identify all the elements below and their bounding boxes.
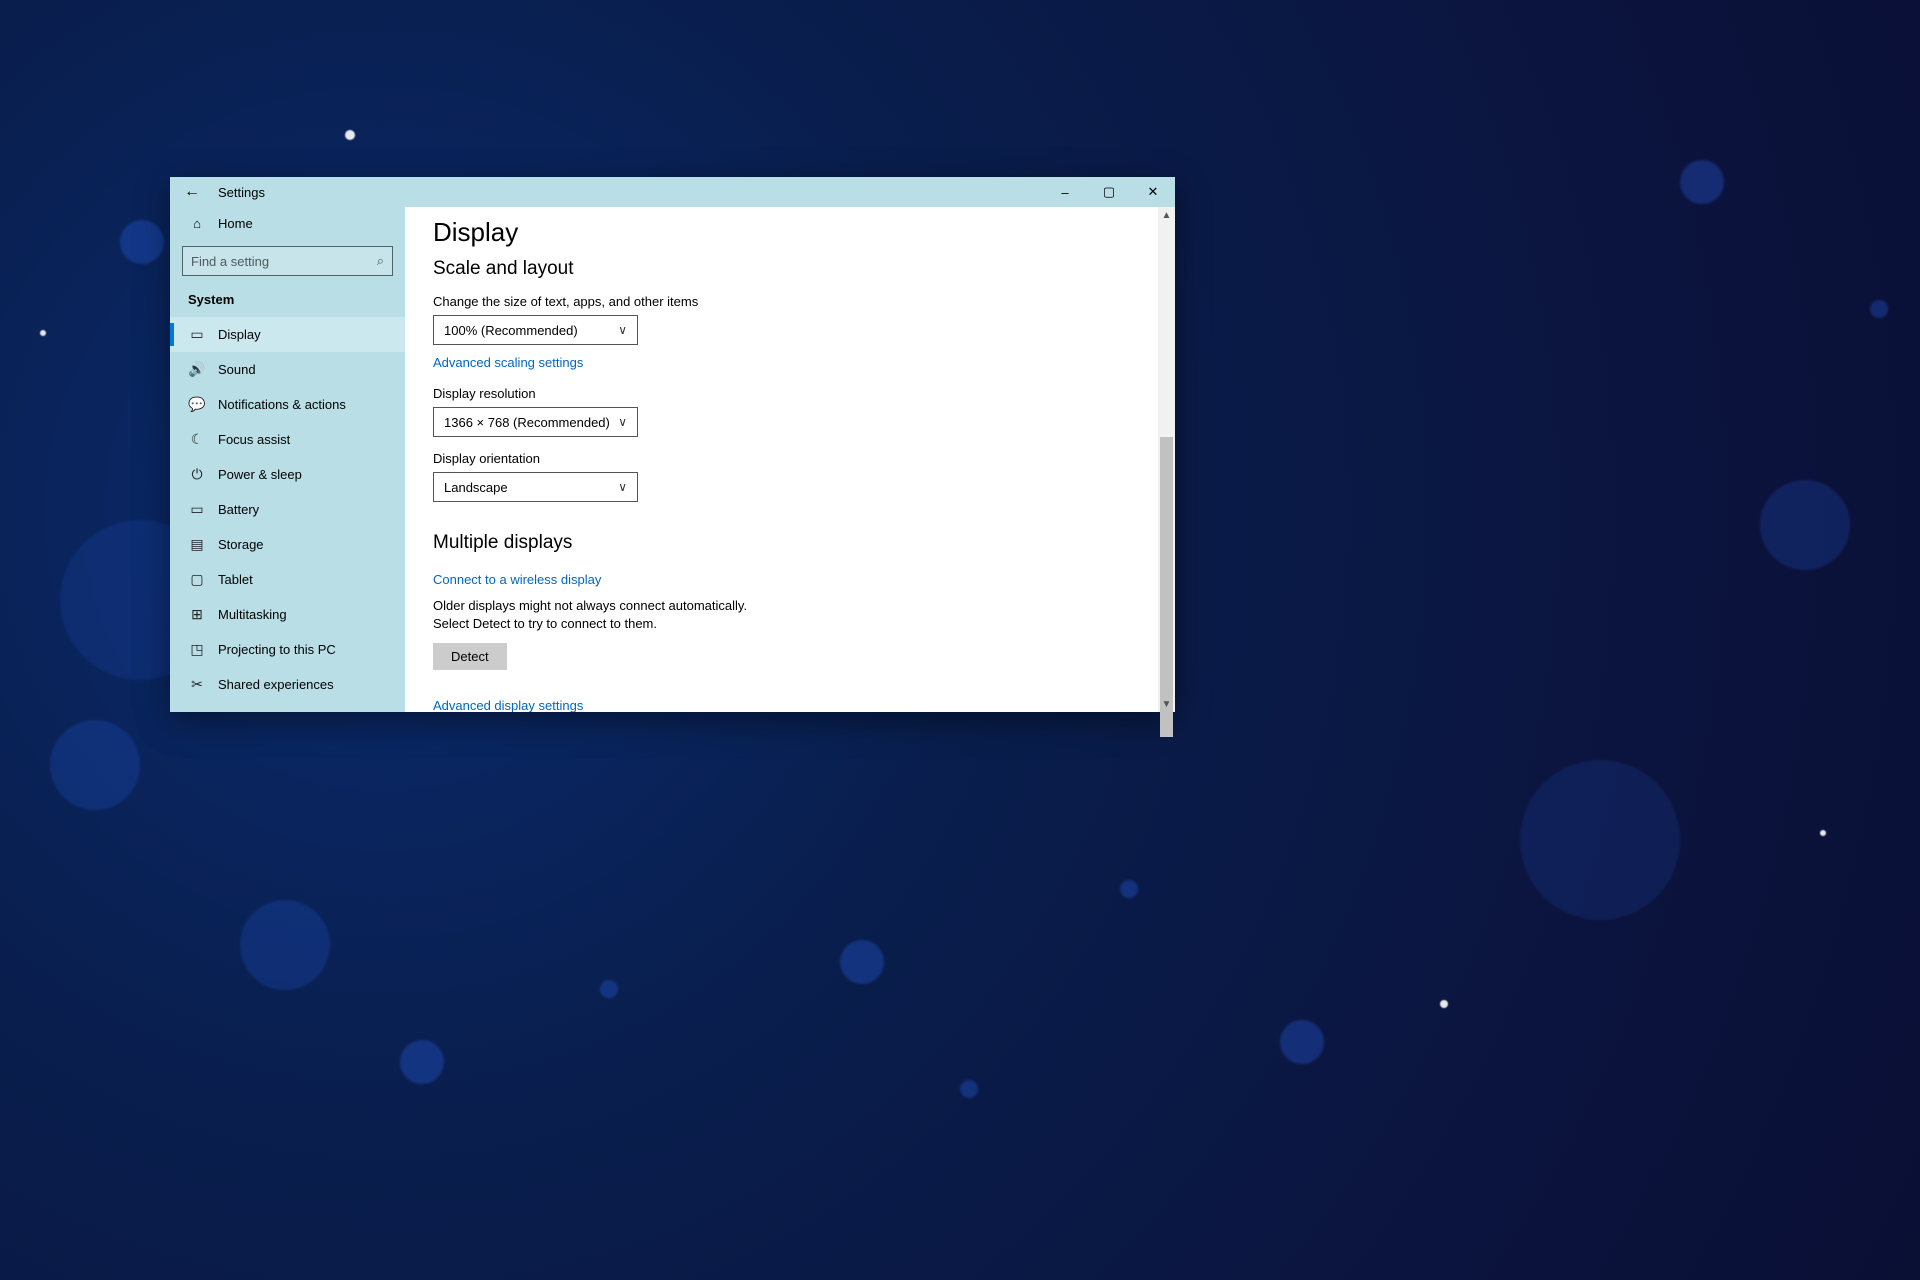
chevron-down-icon: ∨: [618, 480, 627, 494]
storage-icon: ▤: [188, 536, 206, 553]
sidebar-item-notifications[interactable]: 💬 Notifications & actions: [170, 387, 405, 422]
search-icon: ⌕: [377, 253, 384, 269]
content-scroll: Display Scale and layout Change the size…: [405, 207, 1158, 712]
orientation-value: Landscape: [444, 480, 508, 495]
sidebar-item-label: Multitasking: [218, 607, 287, 622]
home-nav[interactable]: ⌂ Home: [170, 207, 405, 240]
window-title: Settings: [218, 185, 265, 200]
nav-list: ▭ Display 🔊 Sound 💬 Notifications & actions ☾ F…: [170, 317, 405, 702]
sidebar-item-label: Display: [218, 327, 261, 342]
search-input[interactable]: [191, 254, 371, 269]
advanced-scaling-link[interactable]: Advanced scaling settings: [433, 355, 583, 370]
sidebar-item-sound[interactable]: 🔊 Sound: [170, 352, 405, 387]
scroll-thumb[interactable]: [1160, 437, 1173, 737]
sidebar-item-label: Power & sleep: [218, 467, 302, 482]
section-label: System: [170, 284, 405, 317]
notifications-icon: 💬: [188, 396, 206, 413]
sidebar-item-projecting[interactable]: ◳ Projecting to this PC: [170, 632, 405, 667]
maximize-button[interactable]: ▢: [1087, 177, 1131, 207]
multitask-icon: ⊞: [188, 606, 206, 623]
tablet-icon: ▢: [188, 571, 206, 588]
content-area: Display Scale and layout Change the size…: [405, 207, 1175, 712]
sidebar-item-label: Focus assist: [218, 432, 290, 447]
sidebar-item-multitask[interactable]: ⊞ Multitasking: [170, 597, 405, 632]
detect-help-text: Older displays might not always connect …: [433, 597, 773, 633]
back-button[interactable]: ←: [170, 177, 214, 207]
sidebar-item-label: Sound: [218, 362, 256, 377]
scale-label: Change the size of text, apps, and other…: [433, 294, 1130, 309]
scale-combo[interactable]: 100% (Recommended) ∨: [433, 315, 638, 345]
sidebar-item-label: Shared experiences: [218, 677, 334, 692]
multiple-displays-heading: Multiple displays: [433, 532, 1130, 554]
sidebar-item-label: Notifications & actions: [218, 397, 346, 412]
chevron-down-icon: ∨: [618, 323, 627, 337]
connect-wireless-link[interactable]: Connect to a wireless display: [433, 572, 601, 587]
scroll-up-button[interactable]: ▲: [1158, 207, 1175, 223]
scroll-down-button[interactable]: ▼: [1158, 696, 1175, 712]
shared-icon: ✂: [188, 676, 206, 693]
detect-button[interactable]: Detect: [433, 643, 507, 670]
orientation-label: Display orientation: [433, 451, 1130, 466]
search-box[interactable]: ⌕: [182, 246, 393, 276]
sidebar-item-label: Tablet: [218, 572, 253, 587]
sound-icon: 🔊: [188, 361, 206, 378]
orientation-combo[interactable]: Landscape ∨: [433, 472, 638, 502]
resolution-combo[interactable]: 1366 × 768 (Recommended) ∨: [433, 407, 638, 437]
projecting-icon: ◳: [188, 641, 206, 658]
sidebar-item-focus[interactable]: ☾ Focus assist: [170, 422, 405, 457]
advanced-display-link[interactable]: Advanced display settings: [433, 698, 583, 712]
scrollbar[interactable]: ▲ ▼: [1158, 207, 1175, 712]
sidebar-item-tablet[interactable]: ▢ Tablet: [170, 562, 405, 597]
sidebar-item-battery[interactable]: ▭ Battery: [170, 492, 405, 527]
sidebar-item-label: Projecting to this PC: [218, 642, 336, 657]
sidebar-item-shared[interactable]: ✂ Shared experiences: [170, 667, 405, 702]
home-icon: ⌂: [188, 216, 206, 231]
home-label: Home: [218, 216, 253, 231]
page-title: Display: [433, 217, 1130, 248]
titlebar: ← Settings – ▢ ✕: [170, 177, 1175, 207]
display-icon: ▭: [188, 326, 206, 343]
resolution-label: Display resolution: [433, 386, 1130, 401]
power-icon: ⏻: [188, 466, 206, 483]
scale-value: 100% (Recommended): [444, 323, 578, 338]
minimize-button[interactable]: –: [1043, 177, 1087, 207]
scale-heading: Scale and layout: [433, 258, 1130, 280]
sidebar-item-power[interactable]: ⏻ Power & sleep: [170, 457, 405, 492]
sidebar-item-display[interactable]: ▭ Display: [170, 317, 405, 352]
resolution-value: 1366 × 768 (Recommended): [444, 415, 610, 430]
sidebar-item-label: Storage: [218, 537, 264, 552]
close-button[interactable]: ✕: [1131, 177, 1175, 207]
chevron-down-icon: ∨: [618, 415, 627, 429]
focus-icon: ☾: [188, 431, 206, 448]
caption-buttons: – ▢ ✕: [1043, 177, 1175, 207]
sidebar-item-label: Battery: [218, 502, 259, 517]
settings-window: ← Settings – ▢ ✕ ⌂ Home ⌕ System ▭ Displa…: [170, 177, 1175, 712]
battery-icon: ▭: [188, 501, 206, 518]
sidebar: ⌂ Home ⌕ System ▭ Display 🔊 Sound 💬 Notificat…: [170, 207, 405, 712]
sidebar-item-storage[interactable]: ▤ Storage: [170, 527, 405, 562]
